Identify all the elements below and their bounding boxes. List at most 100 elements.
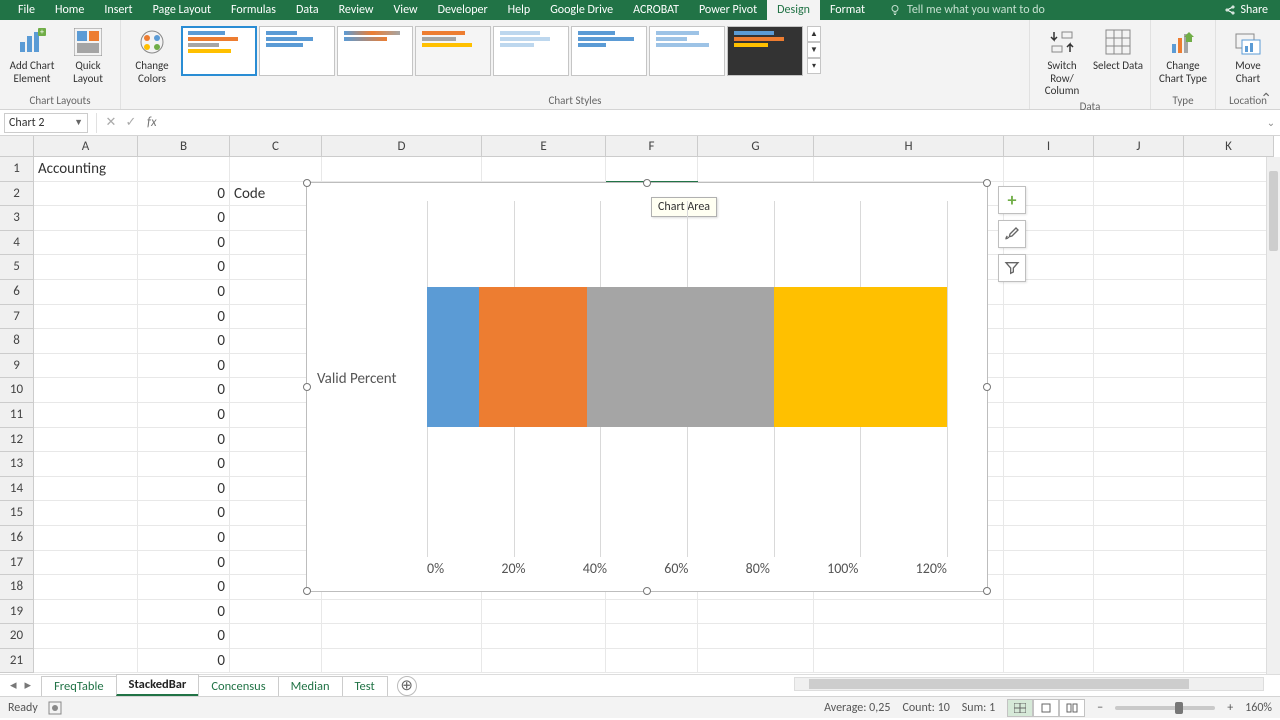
cell-I12[interactable]: [1004, 428, 1094, 453]
tab-review[interactable]: Review: [329, 0, 384, 20]
cell-A8[interactable]: [34, 329, 138, 354]
chart-styles-button[interactable]: [998, 220, 1026, 248]
cell-K6[interactable]: [1184, 280, 1274, 305]
chart-style-4[interactable]: [415, 26, 491, 76]
cell-K7[interactable]: [1184, 305, 1274, 330]
cell-G20[interactable]: [698, 624, 814, 649]
add-sheet-button[interactable]: ⊕: [397, 676, 417, 696]
cell-A20[interactable]: [34, 624, 138, 649]
cell-J8[interactable]: [1094, 329, 1184, 354]
cell-B1[interactable]: [138, 157, 230, 182]
cell-B8[interactable]: 0: [138, 329, 230, 354]
col-header-E[interactable]: E: [482, 136, 606, 157]
cell-K10[interactable]: [1184, 378, 1274, 403]
cell-D19[interactable]: [322, 600, 482, 625]
row-header-7[interactable]: 7: [0, 305, 34, 330]
cell-G21[interactable]: [698, 649, 814, 674]
tab-view[interactable]: View: [384, 0, 428, 20]
col-header-J[interactable]: J: [1094, 136, 1184, 157]
cell-I10[interactable]: [1004, 378, 1094, 403]
row-header-3[interactable]: 3: [0, 206, 34, 231]
cell-I7[interactable]: [1004, 305, 1094, 330]
row-header-8[interactable]: 8: [0, 329, 34, 354]
col-header-B[interactable]: B: [138, 136, 230, 157]
plot-area[interactable]: Valid Percent: [317, 201, 947, 557]
enter-formula-button[interactable]: ✓: [121, 115, 141, 130]
sheet-tab-concensus[interactable]: Concensus: [198, 676, 278, 696]
cell-K12[interactable]: [1184, 428, 1274, 453]
cell-I11[interactable]: [1004, 403, 1094, 428]
cell-I17[interactable]: [1004, 551, 1094, 576]
cell-I13[interactable]: [1004, 452, 1094, 477]
zoom-out-button[interactable]: −: [1097, 701, 1103, 715]
cell-B20[interactable]: 0: [138, 624, 230, 649]
cell-J14[interactable]: [1094, 477, 1184, 502]
chart-style-5[interactable]: [493, 26, 569, 76]
change-colors-button[interactable]: Change Colors: [127, 24, 177, 92]
sheet-nav-buttons[interactable]: ◂ ▸: [0, 675, 41, 696]
cell-J1[interactable]: [1094, 157, 1184, 182]
cell-J4[interactable]: [1094, 231, 1184, 256]
tab-acrobat[interactable]: ACROBAT: [623, 0, 689, 20]
cell-J3[interactable]: [1094, 206, 1184, 231]
cell-A18[interactable]: [34, 575, 138, 600]
row-header-9[interactable]: 9: [0, 354, 34, 379]
cell-K8[interactable]: [1184, 329, 1274, 354]
cell-A3[interactable]: [34, 206, 138, 231]
cell-I8[interactable]: [1004, 329, 1094, 354]
resize-handle-tm[interactable]: [643, 179, 651, 187]
chart-filters-button[interactable]: [998, 254, 1026, 282]
tab-file[interactable]: File: [8, 0, 45, 20]
tab-google-drive[interactable]: Google Drive: [540, 0, 623, 20]
cell-E21[interactable]: [482, 649, 606, 674]
cell-J15[interactable]: [1094, 501, 1184, 526]
cell-B3[interactable]: 0: [138, 206, 230, 231]
cell-B14[interactable]: 0: [138, 477, 230, 502]
cell-I1[interactable]: [1004, 157, 1094, 182]
tab-design[interactable]: Design: [767, 0, 820, 20]
tell-me-search[interactable]: Tell me what you want to do: [889, 3, 1045, 17]
row-header-6[interactable]: 6: [0, 280, 34, 305]
cell-B18[interactable]: 0: [138, 575, 230, 600]
horizontal-scrollbar[interactable]: [794, 677, 1264, 691]
cell-K15[interactable]: [1184, 501, 1274, 526]
col-header-K[interactable]: K: [1184, 136, 1274, 157]
sheet-nav-prev-icon[interactable]: ◂: [10, 678, 17, 693]
row-header-1[interactable]: 1: [0, 157, 34, 182]
cell-B4[interactable]: 0: [138, 231, 230, 256]
cell-K2[interactable]: [1184, 182, 1274, 207]
cell-B21[interactable]: 0: [138, 649, 230, 674]
row-header-17[interactable]: 17: [0, 551, 34, 576]
cell-C19[interactable]: [230, 600, 322, 625]
cell-E20[interactable]: [482, 624, 606, 649]
cell-C1[interactable]: [230, 157, 322, 182]
resize-handle-bl[interactable]: [303, 587, 311, 595]
quick-layout-button[interactable]: Quick Layout: [62, 24, 114, 92]
resize-handle-ml[interactable]: [303, 383, 311, 391]
cell-B2[interactable]: 0: [138, 182, 230, 207]
cell-B9[interactable]: 0: [138, 354, 230, 379]
cell-J9[interactable]: [1094, 354, 1184, 379]
cell-F21[interactable]: [606, 649, 698, 674]
chart-style-7[interactable]: [649, 26, 725, 76]
cell-J16[interactable]: [1094, 526, 1184, 551]
cell-H20[interactable]: [814, 624, 1004, 649]
cell-K1[interactable]: [1184, 157, 1274, 182]
tab-home[interactable]: Home: [45, 0, 94, 20]
cell-J17[interactable]: [1094, 551, 1184, 576]
cell-A17[interactable]: [34, 551, 138, 576]
cell-K20[interactable]: [1184, 624, 1274, 649]
cell-I14[interactable]: [1004, 477, 1094, 502]
cell-F19[interactable]: [606, 600, 698, 625]
cell-K4[interactable]: [1184, 231, 1274, 256]
chart-style-6[interactable]: [571, 26, 647, 76]
cell-K11[interactable]: [1184, 403, 1274, 428]
cell-A5[interactable]: [34, 255, 138, 280]
cell-G19[interactable]: [698, 600, 814, 625]
cell-D1[interactable]: [322, 157, 482, 182]
row-header-5[interactable]: 5: [0, 255, 34, 280]
cell-K21[interactable]: [1184, 649, 1274, 674]
col-header-A[interactable]: A: [34, 136, 138, 157]
cancel-formula-button[interactable]: ✕: [101, 115, 121, 130]
col-header-G[interactable]: G: [698, 136, 814, 157]
